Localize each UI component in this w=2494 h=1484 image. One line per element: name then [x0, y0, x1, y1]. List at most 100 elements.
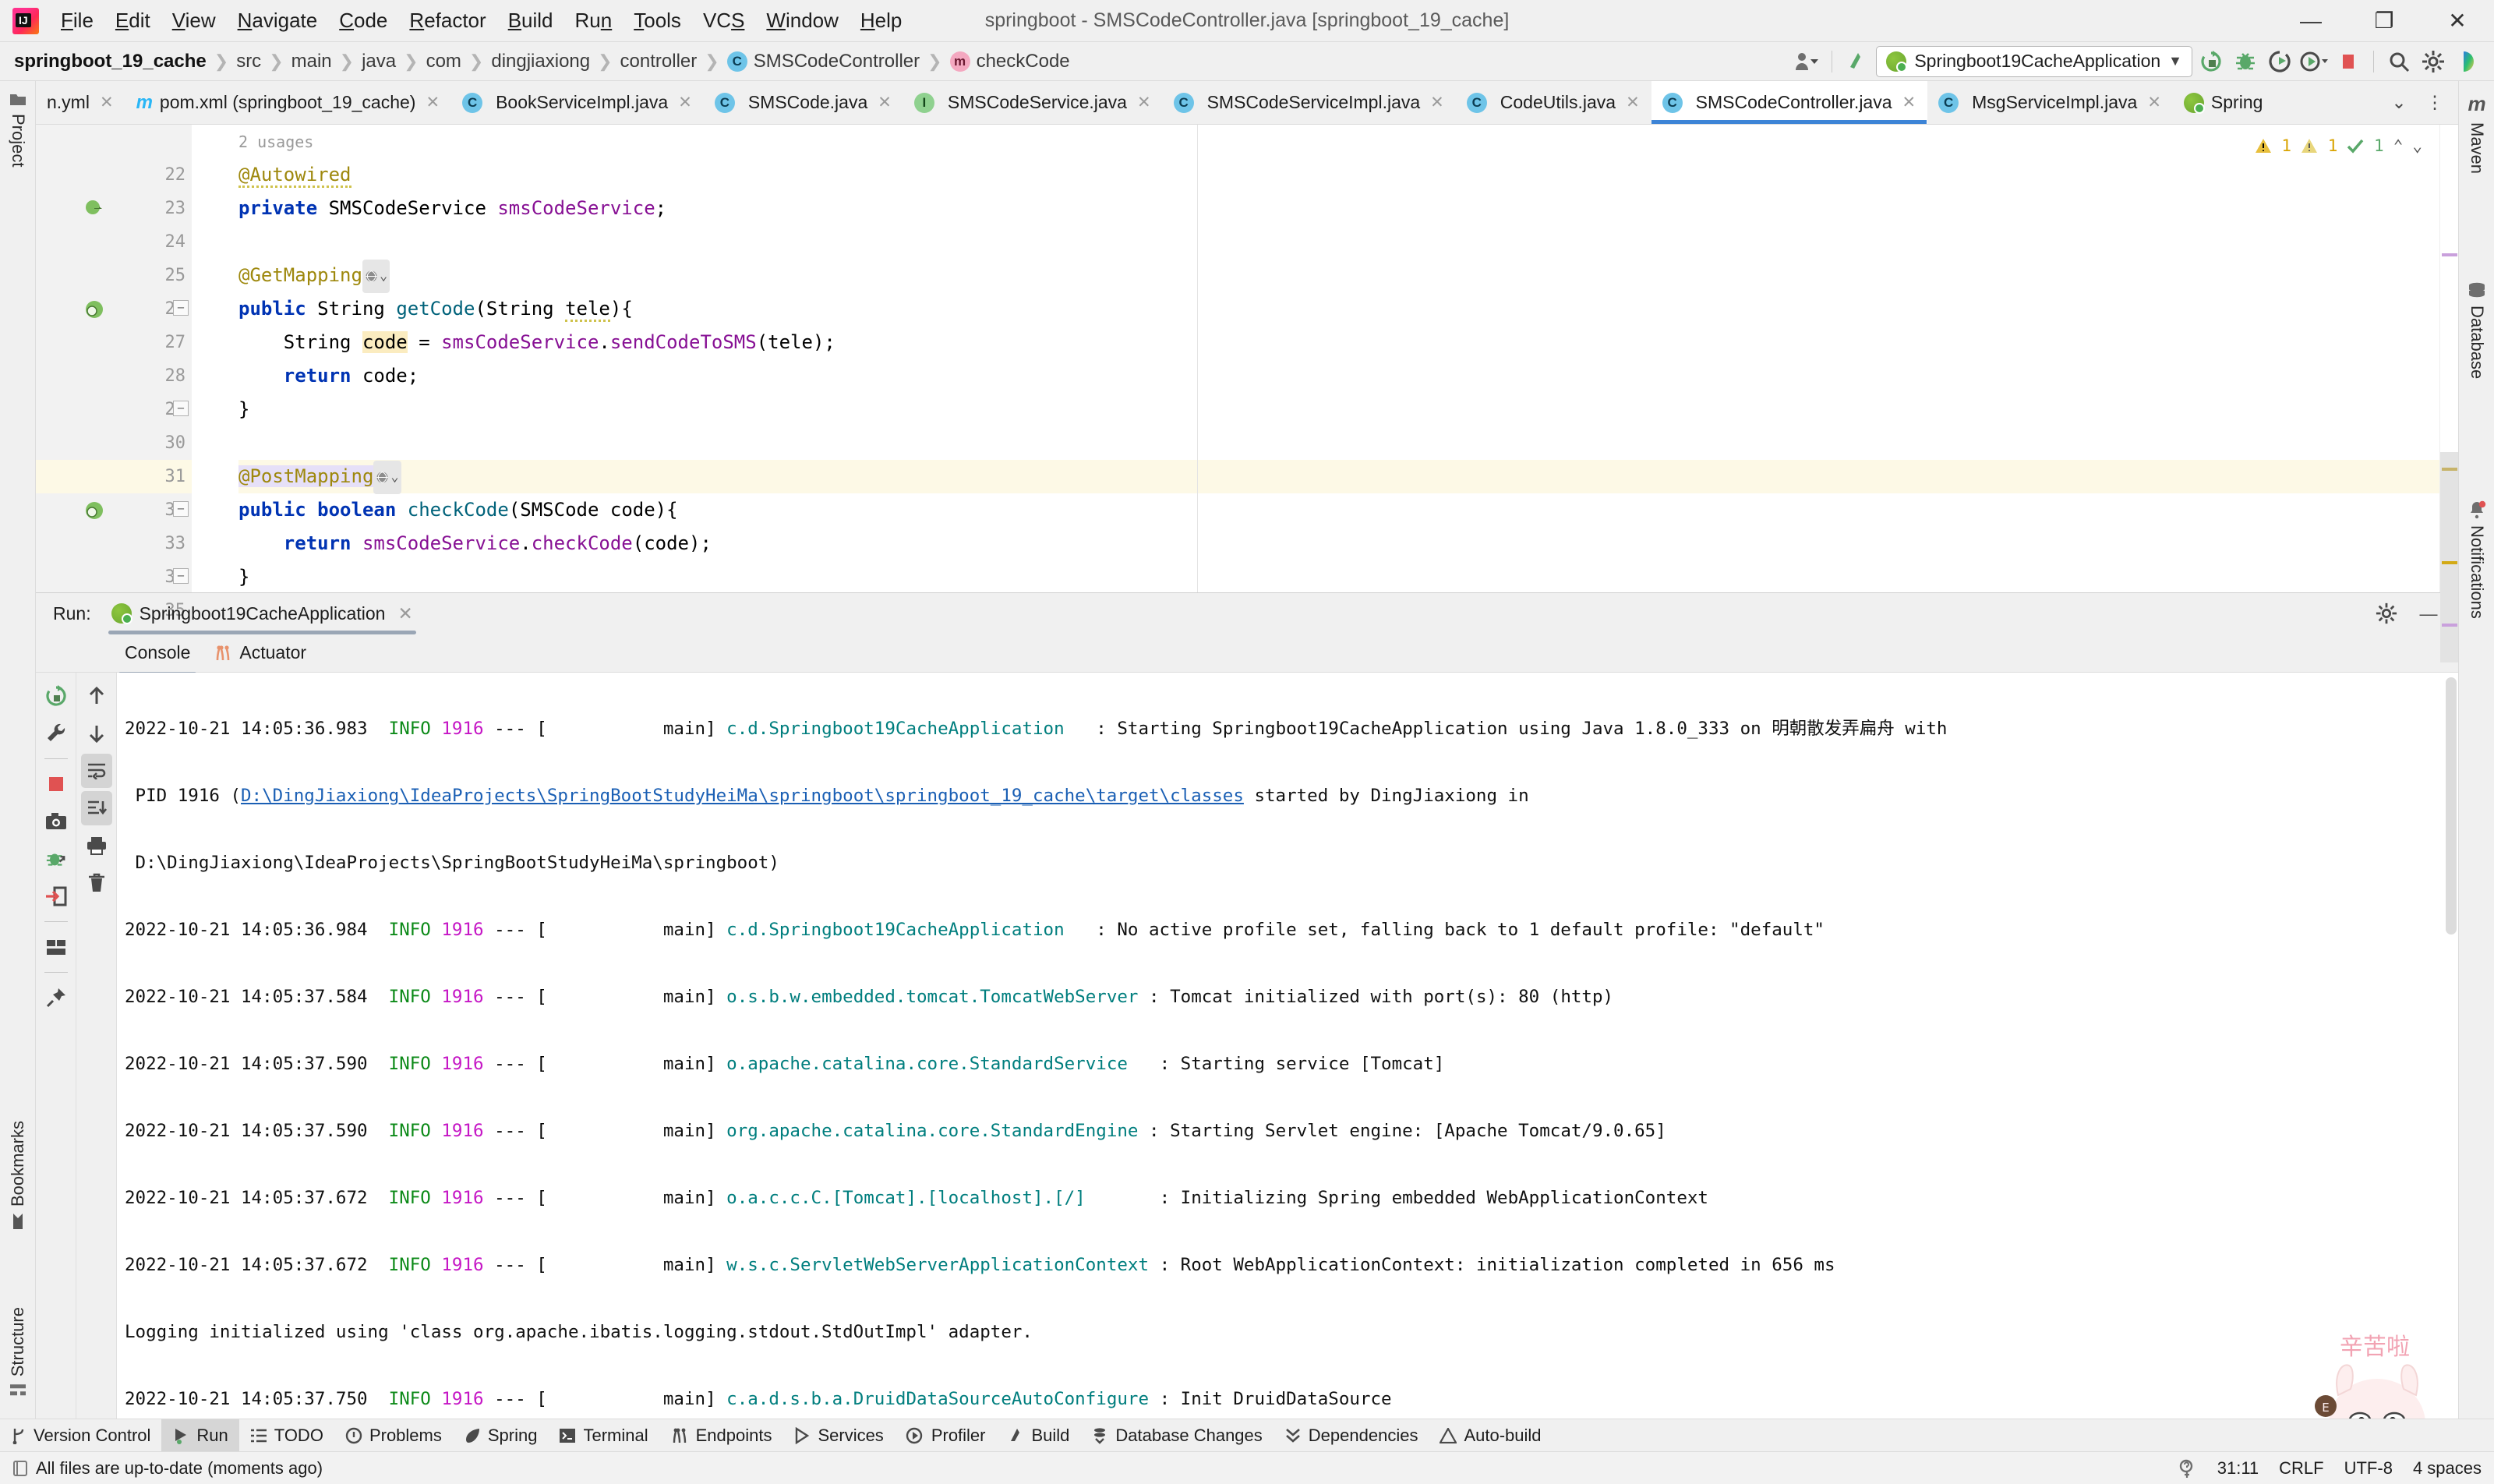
editor-tab-pomxml[interactable]: m pom.xml (springboot_19_cache) ✕ [125, 81, 452, 124]
tool-window-version-control[interactable]: Version Control [0, 1419, 161, 1452]
menu-navigate[interactable]: Navigate [227, 4, 329, 37]
stop-icon[interactable] [2333, 46, 2364, 77]
gutter-line-22[interactable]: 22 [36, 158, 192, 192]
menu-window[interactable]: Window [755, 4, 849, 37]
close-icon[interactable]: ✕ [1902, 93, 1916, 112]
gutter-line-26[interactable]: − 26 [36, 292, 192, 326]
close-icon[interactable]: ✕ [2147, 93, 2161, 112]
menu-file[interactable]: FFileile [50, 4, 104, 37]
gutter-line-33[interactable]: 33 [36, 527, 192, 560]
console-line[interactable]: 2022-10-21 14:05:37.584 INFO 1916 --- [ … [125, 980, 2458, 1014]
layout-icon[interactable] [41, 930, 72, 964]
close-icon[interactable]: ✕ [1430, 93, 1444, 112]
menu-build[interactable]: Build [497, 4, 564, 37]
editor-tab-nyml[interactable]: n.yml ✕ [36, 81, 125, 124]
request-mapping-gutter-icon[interactable] [84, 299, 104, 320]
line-separator[interactable]: CRLF [2279, 1458, 2323, 1479]
chevron-down-icon[interactable]: ⌄ [2383, 87, 2415, 118]
warning-count[interactable]: 1 [2255, 129, 2291, 163]
gutter-line-28[interactable]: 28 [36, 359, 192, 393]
breadcrumb-item-src[interactable]: src [236, 51, 261, 72]
breadcrumb-item-dingjiaxiong[interactable]: dingjiaxiong [491, 51, 590, 72]
breadcrumb-item-java[interactable]: java [362, 51, 396, 72]
gutter-line-30[interactable]: 30 [36, 426, 192, 460]
close-icon[interactable]: ✕ [397, 603, 412, 624]
pin-icon[interactable] [41, 980, 72, 1015]
tool-window-services[interactable]: Services [782, 1419, 894, 1452]
breadcrumb-item-project[interactable]: springboot_19_cache [14, 51, 207, 72]
code-line-30[interactable] [238, 426, 2439, 460]
profiler-icon[interactable] [2298, 46, 2330, 77]
gutter-line-32[interactable]: − 32 [36, 493, 192, 527]
exit-icon[interactable] [41, 879, 72, 913]
tool-window-spring[interactable]: Spring [453, 1419, 549, 1452]
inspections-ok[interactable]: 1 [2347, 129, 2384, 163]
close-icon[interactable]: ✕ [1626, 93, 1640, 112]
close-icon[interactable]: ✕ [878, 93, 892, 112]
console-line[interactable]: 2022-10-21 14:05:37.590 INFO 1916 --- [ … [125, 1115, 2458, 1148]
gutter-line-31[interactable]: 31 [36, 460, 192, 493]
more-options-icon[interactable]: ⋮ [2419, 87, 2450, 118]
code-line-32[interactable]: public boolean checkCode(SMSCode code){ [238, 493, 2439, 527]
postmapping-annotation[interactable]: @PostMapping [238, 465, 374, 487]
caret-position[interactable]: 31:11 [2217, 1458, 2259, 1479]
menu-help[interactable]: Help [850, 4, 913, 37]
getmapping-annotation[interactable]: @GetMapping [238, 264, 362, 286]
tool-window-build[interactable]: Build [997, 1419, 1081, 1452]
breadcrumb-item-controller[interactable]: controller [620, 51, 698, 72]
run-with-coverage-icon[interactable] [2264, 46, 2295, 77]
console-line[interactable]: D:\DingJiaxiong\IdeaProjects\SpringBootS… [125, 846, 2458, 880]
settings-gear-icon[interactable] [2418, 46, 2449, 77]
run-icon[interactable] [2195, 46, 2227, 77]
code-line-27[interactable]: String code = smsCodeService.sendCodeToS… [238, 326, 2439, 359]
sidebar-item-notifications[interactable]: Notifications [2459, 494, 2494, 625]
menu-vcs[interactable]: VCS [692, 4, 755, 37]
sidebar-item-bookmarks[interactable]: Bookmarks [0, 1113, 36, 1238]
debug-attach-icon[interactable] [41, 842, 72, 876]
web-endpoint-inlay-icon[interactable]: ⌄ [362, 259, 390, 293]
code-line-33[interactable]: return smsCodeService.checkCode(code); [238, 527, 2439, 560]
breadcrumb-item-com[interactable]: com [426, 51, 461, 72]
code-line-28[interactable]: return code; [238, 359, 2439, 393]
rerun-icon[interactable] [41, 679, 72, 713]
soft-wrap-icon[interactable] [80, 754, 112, 788]
close-icon[interactable]: ✕ [100, 93, 114, 112]
editor-gutter[interactable]: 22 23 24 25 − 26 27 28 [36, 125, 192, 620]
console-line[interactable]: 2022-10-21 14:05:36.984 INFO 1916 --- [ … [125, 913, 2458, 947]
screenshot-icon[interactable] [41, 804, 72, 839]
menu-tools[interactable]: Tools [623, 4, 692, 37]
console-output[interactable]: 2022-10-21 14:05:36.983 INFO 1916 --- [ … [117, 673, 2458, 1419]
settings-wrench-icon[interactable] [41, 716, 72, 751]
tool-window-endpoints[interactable]: Endpoints [659, 1419, 783, 1452]
console-scrollbar[interactable] [2446, 677, 2457, 1414]
code-line-22[interactable]: @Autowired [238, 158, 2439, 192]
tool-window-problems[interactable]: Problems [334, 1419, 453, 1452]
chevron-up-icon[interactable]: ⌃ [2393, 129, 2404, 163]
print-icon[interactable] [81, 829, 112, 863]
editor-tab-smscodeservice[interactable]: I SMSCodeService.java ✕ [903, 81, 1163, 124]
inspection-widget[interactable]: 1 1 1 ⌃ ⌄ [2255, 129, 2422, 163]
menu-refactor[interactable]: Refactor [398, 4, 496, 37]
minimize-tool-window-icon[interactable]: — [2413, 598, 2444, 629]
editor-tab-codeutils[interactable]: C CodeUtils.java ✕ [1456, 81, 1651, 124]
user-settings-icon[interactable] [1791, 46, 1822, 77]
editor-tab-spring[interactable]: Spring [2173, 81, 2274, 124]
editor-tab-smscodecontroller[interactable]: C SMSCodeController.java ✕ [1651, 81, 1928, 124]
gutter-line-25[interactable]: 25 [36, 259, 192, 292]
menu-view[interactable]: View [161, 4, 227, 37]
sidebar-item-project[interactable]: Project [0, 84, 36, 175]
run-configuration-tab[interactable]: Springboot19CacheApplication ✕ [102, 600, 422, 634]
console-file-link[interactable]: D:\DingJiaxiong\IdeaProjects\SpringBootS… [241, 786, 1244, 806]
usages-hint[interactable]: 2 usages [238, 132, 313, 151]
maximize-button[interactable]: ❐ [2347, 0, 2421, 42]
close-icon[interactable]: ✕ [426, 93, 440, 112]
settings-gear-icon[interactable] [2371, 598, 2402, 629]
breadcrumb-item-class[interactable]: C SMSCodeController [726, 51, 920, 72]
request-mapping-gutter-icon[interactable] [84, 500, 104, 521]
tab-console[interactable]: Console [118, 638, 197, 676]
debug-icon[interactable] [2230, 46, 2261, 77]
code-text-area[interactable]: 2 usages @Autowired private SMSCodeServi… [192, 125, 2439, 592]
code-line-31[interactable]: @PostMapping ⌄ [238, 460, 2439, 494]
clear-all-icon[interactable] [81, 866, 112, 900]
menu-code[interactable]: Code [328, 4, 398, 37]
